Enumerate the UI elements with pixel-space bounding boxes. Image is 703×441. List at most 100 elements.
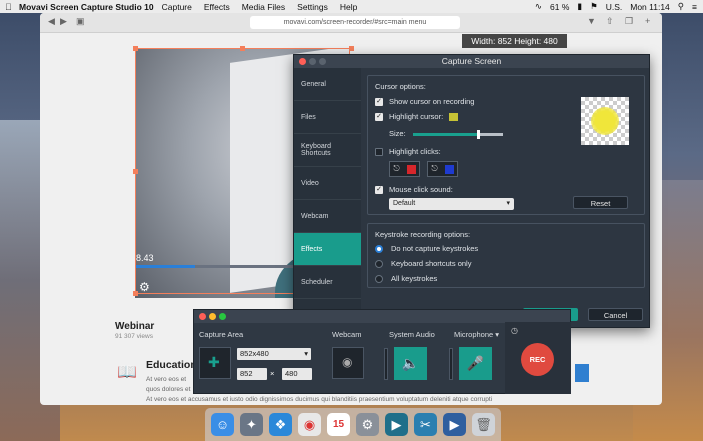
- left-click-color[interactable]: ⎋: [389, 161, 420, 177]
- movavi-icon[interactable]: ▶: [385, 413, 408, 436]
- tab-scheduler[interactable]: Scheduler: [294, 266, 361, 299]
- keystroke-options-group: Keystroke recording options: Do not capt…: [367, 223, 645, 288]
- panel-zoom-icon[interactable]: [219, 313, 226, 320]
- cursor-options-group: Cursor options: ✓ Show cursor on recordi…: [367, 75, 645, 215]
- ks-radio-all[interactable]: [375, 274, 383, 283]
- safari-icon[interactable]: ❖: [269, 413, 292, 436]
- tab-webcam[interactable]: Webcam: [294, 200, 361, 233]
- minimize-icon[interactable]: [309, 58, 316, 65]
- width-input[interactable]: 852: [237, 368, 267, 380]
- trash-icon[interactable]: 🗑: [472, 413, 495, 436]
- cursor-size-slider-knob[interactable]: [476, 130, 480, 139]
- show-cursor-row[interactable]: ✓ Show cursor on recording: [375, 97, 474, 106]
- mouse-click-sound-row[interactable]: ✓ Mouse click sound:: [375, 185, 453, 194]
- cancel-button[interactable]: Cancel: [588, 308, 643, 321]
- tab-keyboard-shortcuts[interactable]: Keyboard Shortcuts: [294, 134, 361, 167]
- flag-icon[interactable]: ⚑: [590, 1, 598, 12]
- tab-general[interactable]: General: [294, 68, 361, 101]
- webcam-label: Webcam: [332, 330, 362, 339]
- tab-effects[interactable]: Effects: [294, 233, 361, 266]
- new-tab-icon[interactable]: +: [645, 16, 650, 26]
- menu-list-icon[interactable]: ≡: [692, 2, 697, 12]
- ks-option-shortcuts[interactable]: Keyboard shortcuts only: [375, 259, 471, 268]
- menubar-app-name[interactable]: Movavi Screen Capture Studio 10: [19, 2, 154, 12]
- system-audio-toggle[interactable]: 🔈: [394, 347, 427, 380]
- highlight-cursor-checkbox[interactable]: ✓: [375, 112, 383, 121]
- tab-files[interactable]: Files: [294, 101, 361, 134]
- right-click-swatch: [444, 164, 454, 174]
- battery-level[interactable]: 61 %: [550, 2, 569, 12]
- menubar-status: ∿ 61 % ▮ ⚑ U.S. Mon 11:14 ⚲ ≡: [535, 0, 697, 13]
- panel-minimize-icon[interactable]: [209, 313, 216, 320]
- highlight-cursor-row[interactable]: ✓ Highlight cursor:: [375, 112, 459, 121]
- ks-option-none[interactable]: Do not capture keystrokes: [375, 244, 478, 253]
- capture-area-label: Capture Area: [199, 330, 244, 339]
- show-cursor-checkbox[interactable]: ✓: [375, 97, 383, 106]
- menu-effects[interactable]: Effects: [204, 2, 230, 12]
- menu-settings[interactable]: Settings: [297, 2, 328, 12]
- tab-video[interactable]: Video: [294, 167, 361, 200]
- resolution-select[interactable]: 852x480 ▾: [237, 348, 311, 360]
- page-blue-button[interactable]: [575, 364, 589, 382]
- highlight-clicks-checkbox[interactable]: [375, 147, 383, 156]
- resize-handle-top[interactable]: [240, 46, 245, 51]
- search-icon[interactable]: ⚲: [678, 1, 684, 12]
- menu-media-files[interactable]: Media Files: [242, 2, 285, 12]
- highlight-clicks-row[interactable]: Highlight clicks:: [375, 147, 441, 156]
- height-input[interactable]: 480: [282, 368, 312, 380]
- microphone-label[interactable]: Microphone ▾: [454, 330, 499, 339]
- ks-option-all[interactable]: All keystrokes: [375, 274, 437, 283]
- launchpad-icon[interactable]: ✦: [240, 413, 263, 436]
- ks-radio-none[interactable]: [375, 244, 383, 253]
- menu-capture[interactable]: Capture: [162, 2, 192, 12]
- resize-handle-left[interactable]: [133, 169, 138, 174]
- share-icon[interactable]: ⇧: [606, 16, 614, 27]
- download-icon[interactable]: ▼: [587, 16, 596, 26]
- finder-icon[interactable]: ☺: [211, 413, 234, 436]
- calendar-icon[interactable]: 15: [327, 413, 350, 436]
- resize-handle-tl[interactable]: [133, 46, 138, 51]
- capture-area-button[interactable]: ✚: [199, 347, 231, 379]
- rec-button[interactable]: REC: [521, 343, 554, 376]
- mouse-right-icon: ⎋: [431, 164, 438, 173]
- forward-icon[interactable]: ▶: [60, 16, 67, 27]
- chrome-icon[interactable]: ◉: [298, 413, 321, 436]
- ks-label-shortcuts: Keyboard shortcuts only: [391, 259, 472, 268]
- webcam-toggle[interactable]: ◉: [332, 347, 364, 379]
- address-bar[interactable]: movavi.com/screen-recorder/#src=main men…: [250, 16, 460, 29]
- zoom-icon[interactable]: [319, 58, 326, 65]
- right-click-color[interactable]: ⎋: [427, 161, 458, 177]
- lorem-line-3: At vero eos et accusamus et iusto odio d…: [146, 396, 493, 403]
- sidebar-icon[interactable]: ▣: [76, 16, 85, 27]
- reset-button[interactable]: Reset: [573, 196, 628, 209]
- click-sound-select[interactable]: Default ▾: [389, 198, 514, 210]
- resize-handle-bl[interactable]: [133, 291, 138, 296]
- battery-icon[interactable]: ▮: [577, 1, 582, 12]
- lorem-line-1: At vero eos et: [146, 376, 187, 383]
- apple-icon[interactable]: : [5, 2, 15, 12]
- dialog-title: Capture Screen: [441, 56, 502, 66]
- tabs-icon[interactable]: ❐: [625, 16, 633, 27]
- cursor-size-slider-fill: [413, 133, 478, 136]
- cursor-size-slider[interactable]: [413, 130, 503, 139]
- menu-help[interactable]: Help: [340, 2, 357, 12]
- movavi-player-icon[interactable]: ▶: [443, 413, 466, 436]
- resolution-value: 852x480: [240, 349, 269, 358]
- wifi-icon[interactable]: ∿: [535, 1, 542, 12]
- locale-label[interactable]: U.S.: [606, 2, 623, 12]
- ks-radio-shortcuts[interactable]: [375, 259, 383, 268]
- webinar-views: 91 307 views: [115, 333, 153, 340]
- highlight-color-swatch[interactable]: [449, 112, 459, 121]
- back-icon[interactable]: ◀: [48, 16, 55, 27]
- mac-menubar:  Movavi Screen Capture Studio 10 Captur…: [0, 0, 703, 13]
- system-preferences-icon[interactable]: ⚙: [356, 413, 379, 436]
- microphone-toggle[interactable]: 🎤: [459, 347, 492, 380]
- movavi-editor-icon[interactable]: ✂: [414, 413, 437, 436]
- close-icon[interactable]: [299, 58, 306, 65]
- panel-close-icon[interactable]: [199, 313, 206, 320]
- clock[interactable]: Mon 11:14: [630, 2, 670, 12]
- mouse-click-sound-checkbox[interactable]: ✓: [375, 185, 383, 194]
- resize-handle-tr[interactable]: [349, 46, 354, 51]
- cursor-options-title: Cursor options:: [375, 82, 426, 91]
- click-sound-value: Default: [393, 200, 416, 207]
